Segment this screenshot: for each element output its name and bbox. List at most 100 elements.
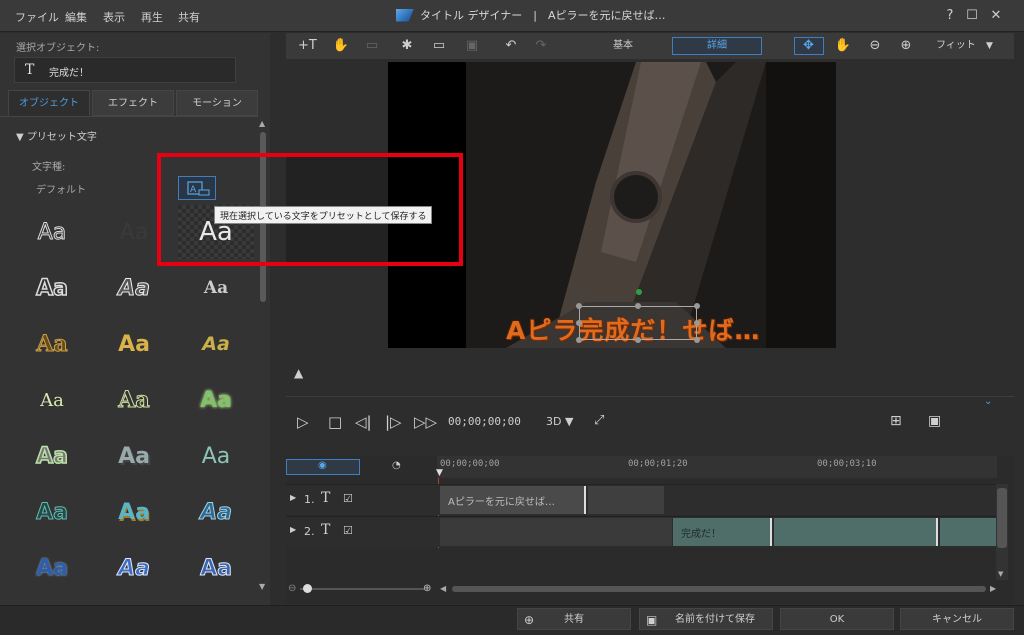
preset-section-title[interactable]: ▼ プリセット文字	[16, 128, 97, 143]
preset-swatch[interactable]: Aa	[14, 541, 90, 595]
hand-tool-icon[interactable]: ✋	[834, 38, 852, 54]
timeline-clip-1[interactable]: Aピラーを元に戻せば…	[440, 486, 586, 514]
basic-mode-button[interactable]: 基本	[578, 37, 668, 55]
zoom-fit-dropdown[interactable]: フィット ▼	[930, 37, 1006, 55]
preset-swatch[interactable]: Aa	[96, 317, 172, 371]
zoom-out-icon[interactable]: ⊖	[866, 38, 884, 54]
menu-share[interactable]: 共有	[178, 9, 200, 25]
clock-icon[interactable]: ◔	[392, 460, 401, 471]
preset-swatch[interactable]: Aa	[14, 373, 90, 427]
zoom-slider-knob[interactable]	[303, 584, 312, 593]
timeline-clip-2-tail	[940, 518, 996, 546]
resize-handle[interactable]	[635, 337, 641, 343]
zoom-fit-value: フィット	[936, 40, 976, 51]
scroll-up-icon[interactable]: ▲	[259, 119, 265, 128]
save-as-button[interactable]: ▣ 名前を付けて保存	[639, 608, 773, 630]
preset-swatch[interactable]: Aa	[14, 317, 90, 371]
insert-particle-icon[interactable]: ✋	[332, 38, 350, 54]
next-frame-icon[interactable]: |▷	[385, 413, 402, 431]
cancel-button[interactable]: キャンセル	[900, 608, 1014, 630]
menu-edit[interactable]: 編集	[65, 9, 87, 25]
maximize-button[interactable]: ☐	[964, 8, 980, 24]
preset-swatch[interactable]: Aa	[178, 485, 254, 539]
expand-chevron-icon[interactable]: ⌄	[984, 396, 992, 407]
preset-swatch[interactable]: Aa	[96, 373, 172, 427]
grid-icon[interactable]: ⊞	[890, 413, 902, 429]
resize-handle[interactable]	[576, 337, 582, 343]
expand-track-icon[interactable]: ▶	[290, 493, 296, 502]
prev-frame-icon[interactable]: ◁|	[355, 413, 372, 431]
scroll-down-icon[interactable]: ▼	[998, 570, 1003, 578]
play-icon[interactable]: ▷	[297, 413, 309, 431]
scroll-left-icon[interactable]: ◀	[440, 584, 446, 593]
timeline-mode-button[interactable]: ◉	[286, 459, 360, 475]
tab-effect[interactable]: エフェクト	[92, 90, 174, 116]
menu-view[interactable]: 表示	[103, 9, 125, 25]
preset-swatch[interactable]: Aa	[178, 261, 254, 315]
preset-swatch[interactable]: Aa	[178, 373, 254, 427]
playhead-marker-icon[interactable]: ▼	[436, 468, 443, 478]
safe-zone-icon[interactable]: ▣	[928, 413, 941, 429]
timeline-h-thumb[interactable]	[452, 586, 986, 592]
close-button[interactable]: ✕	[988, 8, 1004, 24]
stop-icon[interactable]: □	[328, 413, 342, 431]
preset-swatch[interactable]: Aa	[96, 261, 172, 315]
preset-swatch[interactable]: Aa	[14, 205, 90, 259]
fast-forward-icon[interactable]: ▷▷	[414, 413, 437, 431]
preset-swatch[interactable]: Aa	[14, 261, 90, 315]
select-tool-button[interactable]: ✥	[794, 37, 824, 55]
menu-play[interactable]: 再生	[141, 9, 163, 25]
selection-bounding-box[interactable]	[579, 306, 697, 340]
resize-handle[interactable]	[694, 337, 700, 343]
upload-icon[interactable]: ▲	[294, 366, 303, 380]
text-track-icon: T	[321, 522, 331, 538]
preset-swatch[interactable]: Aa	[14, 485, 90, 539]
tab-object[interactable]: オブジェクト	[8, 90, 90, 116]
zoom-in-small-icon[interactable]: ⊕	[423, 583, 431, 594]
preset-swatch[interactable]: Aa	[96, 541, 172, 595]
timecode: 00;00;00;00	[448, 415, 521, 428]
timeline-ruler[interactable]	[437, 456, 997, 478]
preset-swatch[interactable]: Aa	[96, 429, 172, 483]
insert-text-icon[interactable]: +T	[298, 38, 317, 54]
ok-button[interactable]: OK	[780, 608, 894, 630]
insert-shape-icon[interactable]: ▭	[430, 38, 448, 54]
move-cursor-icon: ✥	[803, 38, 814, 53]
preset-swatch[interactable]: Aa	[14, 429, 90, 483]
scroll-down-icon[interactable]: ▼	[259, 582, 265, 591]
track-visible-checkbox[interactable]: ☑	[343, 492, 353, 505]
track-visible-checkbox[interactable]: ☑	[343, 524, 353, 537]
expand-track-icon[interactable]: ▶	[290, 525, 296, 534]
share-button[interactable]: ⊕ 共有	[517, 608, 631, 630]
rotate-handle[interactable]	[636, 289, 642, 295]
font-type-dropdown[interactable]: デフォルト	[36, 181, 86, 196]
resize-handle[interactable]	[635, 303, 641, 309]
tab-motion[interactable]: モーション	[176, 90, 258, 116]
selected-object-field[interactable]: T 完成だ！	[14, 57, 236, 83]
timeline-v-thumb[interactable]	[997, 488, 1007, 548]
zoom-in-icon[interactable]: ⊕	[897, 38, 915, 54]
preset-swatch[interactable]: Aa	[178, 429, 254, 483]
menu-file[interactable]: ファイル	[15, 9, 59, 25]
undo-icon[interactable]: ↶	[502, 38, 520, 54]
scroll-right-icon[interactable]: ▶	[990, 584, 996, 593]
preset-swatch[interactable]: Aa	[96, 485, 172, 539]
zoom-out-small-icon[interactable]: ⊖	[288, 583, 296, 594]
insert-image-icon[interactable]: ▭	[363, 38, 381, 54]
resize-handle[interactable]	[576, 320, 582, 326]
resize-handle[interactable]	[694, 320, 700, 326]
preset-swatch[interactable]: Aa	[178, 317, 254, 371]
timeline-zoom-slider[interactable]	[300, 588, 424, 590]
resize-handle[interactable]	[694, 303, 700, 309]
redo-icon[interactable]: ↷	[532, 38, 550, 54]
insert-effect-icon[interactable]: ✱	[398, 38, 416, 54]
3d-mode-dropdown[interactable]: 3D ▼	[546, 415, 573, 428]
insert-background-icon[interactable]: ▣	[463, 38, 481, 54]
preset-swatch[interactable]: Aa	[178, 541, 254, 595]
fullscreen-icon[interactable]: ⤢	[594, 413, 604, 428]
help-button[interactable]: ?	[942, 8, 958, 24]
save-disk-icon: ▣	[646, 613, 658, 627]
timeline-clip-2[interactable]: 完成だ！	[673, 518, 772, 546]
detail-mode-button[interactable]: 詳細	[672, 37, 762, 55]
resize-handle[interactable]	[576, 303, 582, 309]
